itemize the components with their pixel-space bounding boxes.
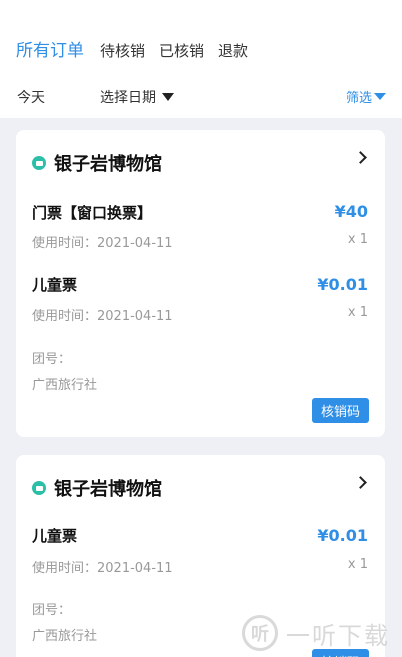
select-date-label: 选择日期: [100, 90, 156, 106]
watermark-text: 一听下载: [286, 621, 390, 650]
filter-row: 今天 选择日期 筛选: [0, 87, 402, 107]
filter-button[interactable]: 筛选: [346, 87, 386, 106]
use-time: 使用时间：2021-04-11: [32, 236, 173, 251]
chevron-right-icon[interactable]: [354, 151, 367, 164]
ticket-quantity: x 1: [347, 557, 368, 572]
chevron-right-icon[interactable]: [354, 476, 367, 489]
ticket-icon: [32, 156, 46, 170]
watermark: 听 一听下载: [242, 615, 390, 651]
use-time: 使用时间：2021-04-11: [32, 561, 173, 576]
order-card[interactable]: 银子岩博物馆 门票【窗口换票】 ¥40 使用时间：2021-04-11 x 1 …: [16, 130, 385, 437]
tab-refund[interactable]: 退款: [218, 40, 248, 61]
select-date-dropdown[interactable]: 选择日期: [100, 87, 174, 107]
ticket-name: 门票【窗口换票】: [32, 204, 153, 222]
group-value: 广西旅行社: [32, 629, 98, 644]
ticket-price: ¥40: [334, 202, 368, 221]
group-label: 团号：: [32, 352, 72, 367]
tab-pending[interactable]: 待核销: [100, 40, 145, 61]
filter-today[interactable]: 今天: [17, 87, 45, 107]
top-bar: 所有订单 待核销 已核销 退款 今天 选择日期 筛选: [0, 0, 402, 118]
ticket-name: 儿童票: [32, 276, 78, 294]
tab-verified[interactable]: 已核销: [159, 40, 204, 61]
ticket-quantity: x 1: [347, 305, 368, 320]
use-time: 使用时间：2021-04-11: [32, 309, 173, 324]
ticket-price: ¥0.01: [317, 526, 368, 545]
venue-name: 银子岩博物馆: [54, 154, 162, 175]
ticket-icon: [32, 481, 46, 495]
ticket-price: ¥0.01: [317, 275, 368, 294]
caret-down-icon: [374, 93, 386, 100]
group-value: 广西旅行社: [32, 378, 98, 393]
order-tabs: 所有订单 待核销 已核销 退款: [16, 36, 262, 61]
filter-label: 筛选: [345, 91, 372, 106]
group-label: 团号：: [32, 603, 72, 618]
caret-down-icon: [162, 93, 174, 101]
card-header: 银子岩博物馆: [32, 475, 162, 501]
venue-name: 银子岩博物馆: [54, 479, 162, 500]
verify-code-button[interactable]: 核销码: [312, 398, 369, 423]
tab-all-orders[interactable]: 所有订单: [16, 36, 84, 61]
ticket-quantity: x 1: [347, 232, 368, 247]
watermark-logo-icon: 听: [242, 615, 278, 651]
card-header: 银子岩博物馆: [32, 150, 162, 176]
ticket-name: 儿童票: [32, 527, 78, 545]
